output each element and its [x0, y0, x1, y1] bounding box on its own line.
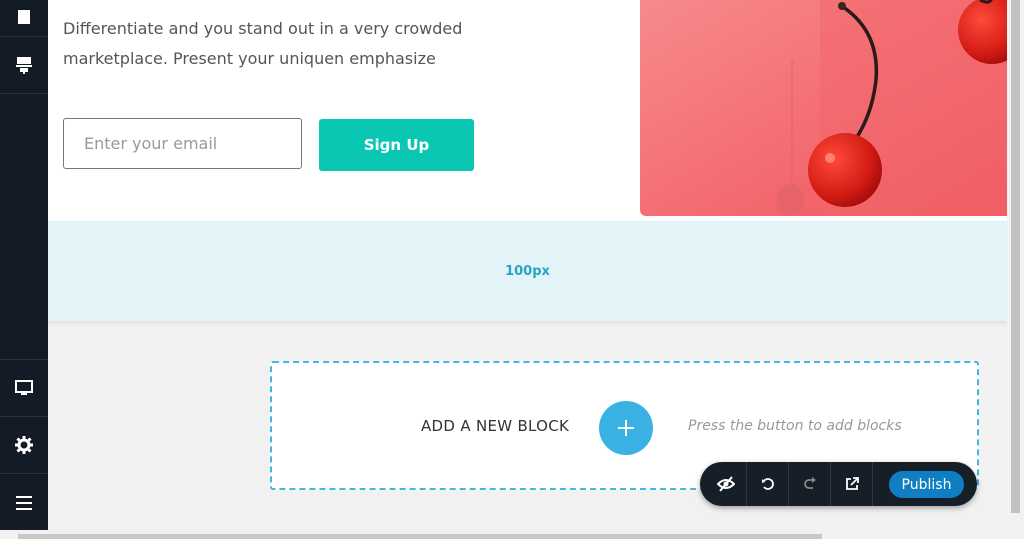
add-block-button[interactable]: [599, 401, 653, 455]
blocks-button[interactable]: [0, 37, 48, 94]
desktop-icon: [15, 380, 33, 395]
hero-line-2: marketplace. Present your uniquen emphas…: [63, 49, 436, 68]
horizontal-scrollbar[interactable]: [0, 530, 1007, 539]
vertical-scrollbar[interactable]: [1007, 0, 1024, 539]
settings-button[interactable]: [0, 416, 48, 473]
hide-icon: [716, 476, 735, 492]
vertical-scroll-thumb[interactable]: [1011, 0, 1020, 513]
hero-line-1: Differentiate and you stand out in a ver…: [63, 19, 463, 38]
editor-sidebar: [0, 0, 48, 539]
cherry-image: [640, 0, 1007, 216]
email-placeholder: Enter your email: [84, 134, 218, 153]
spacer-block[interactable]: 100px: [48, 221, 1007, 321]
add-block-hint: Press the button to add blocks: [688, 418, 902, 434]
hero-description: Differentiate and you stand out in a ver…: [63, 14, 462, 74]
desktop-view-button[interactable]: [0, 359, 48, 416]
blocks-icon: [16, 57, 32, 74]
layers-icon: [18, 10, 30, 24]
email-input[interactable]: Enter your email: [63, 118, 302, 169]
preview-button[interactable]: [831, 462, 873, 506]
page-canvas: Differentiate and you stand out in a ver…: [48, 0, 1007, 539]
layers-button[interactable]: [0, 0, 48, 37]
undo-icon: [761, 478, 774, 490]
menu-button[interactable]: [0, 473, 48, 531]
menu-icon: [16, 495, 32, 510]
hero-section: Differentiate and you stand out in a ver…: [48, 0, 1007, 221]
hide-button[interactable]: [705, 462, 747, 506]
horizontal-scroll-thumb[interactable]: [18, 534, 822, 539]
plus-icon: [618, 420, 634, 436]
spacer-height-label: 100px: [505, 263, 550, 279]
redo-button[interactable]: [789, 462, 831, 506]
editor-toolbar: Publish: [700, 462, 977, 506]
publish-button[interactable]: Publish: [889, 471, 964, 498]
gear-icon: [15, 436, 33, 454]
sign-up-button[interactable]: Sign Up: [319, 119, 474, 171]
redo-icon: [803, 477, 816, 489]
external-link-icon: [845, 477, 859, 490]
undo-button[interactable]: [747, 462, 789, 506]
add-block-label: ADD A NEW BLOCK: [421, 417, 570, 435]
